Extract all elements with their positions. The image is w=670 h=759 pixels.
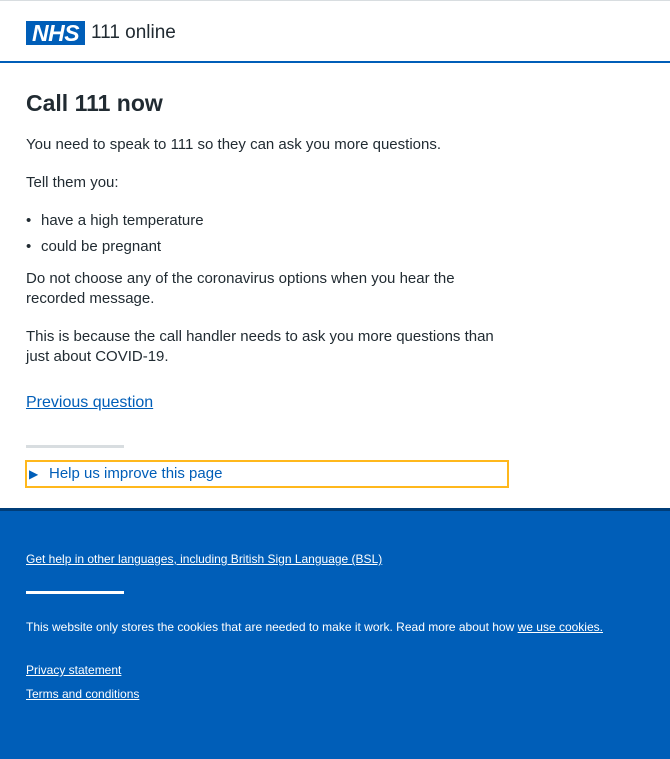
site-footer: Get help in other languages, including B…: [0, 508, 670, 759]
intro-text: You need to speak to 111 so they can ask…: [26, 136, 441, 153]
privacy-statement-link[interactable]: Privacy statement: [26, 663, 121, 677]
list-item: could be pregnant: [26, 237, 496, 257]
cookies-text: This website only stores the cookies tha…: [26, 620, 518, 634]
page-title: Call 111 now: [26, 90, 163, 116]
feedback-details-toggle[interactable]: ▶ Help us improve this page: [25, 460, 509, 488]
warning-text: Do not choose any of the coronavirus opt…: [26, 270, 455, 307]
footer-divider: [26, 591, 124, 594]
cookies-notice: This website only stores the cookies tha…: [26, 619, 603, 635]
other-languages-link[interactable]: Get help in other languages, including B…: [26, 552, 382, 566]
reason-text: This is because the call handler needs t…: [26, 328, 494, 365]
section-divider: [26, 445, 124, 448]
feedback-summary-label: Help us improve this page: [49, 465, 223, 482]
privacy-row: Privacy statement: [26, 662, 121, 678]
main-content: Call 111 now You need to speak to 111 so…: [26, 88, 496, 413]
terms-row: Terms and conditions: [26, 686, 139, 702]
terms-link[interactable]: Terms and conditions: [26, 687, 139, 701]
previous-question-link[interactable]: Previous question: [26, 394, 153, 411]
service-name[interactable]: 111 online: [91, 22, 176, 44]
site-header: NHS 111 online: [0, 1, 670, 63]
triangle-right-icon: ▶: [29, 467, 39, 481]
cookies-link[interactable]: we use cookies.: [518, 620, 603, 634]
list-item: have a high temperature: [26, 211, 496, 231]
nhs-logo[interactable]: NHS: [26, 21, 85, 45]
tell-them-text: Tell them you:: [26, 174, 119, 191]
symptom-list: have a high temperature could be pregnan…: [26, 211, 496, 257]
languages-row: Get help in other languages, including B…: [26, 551, 382, 567]
